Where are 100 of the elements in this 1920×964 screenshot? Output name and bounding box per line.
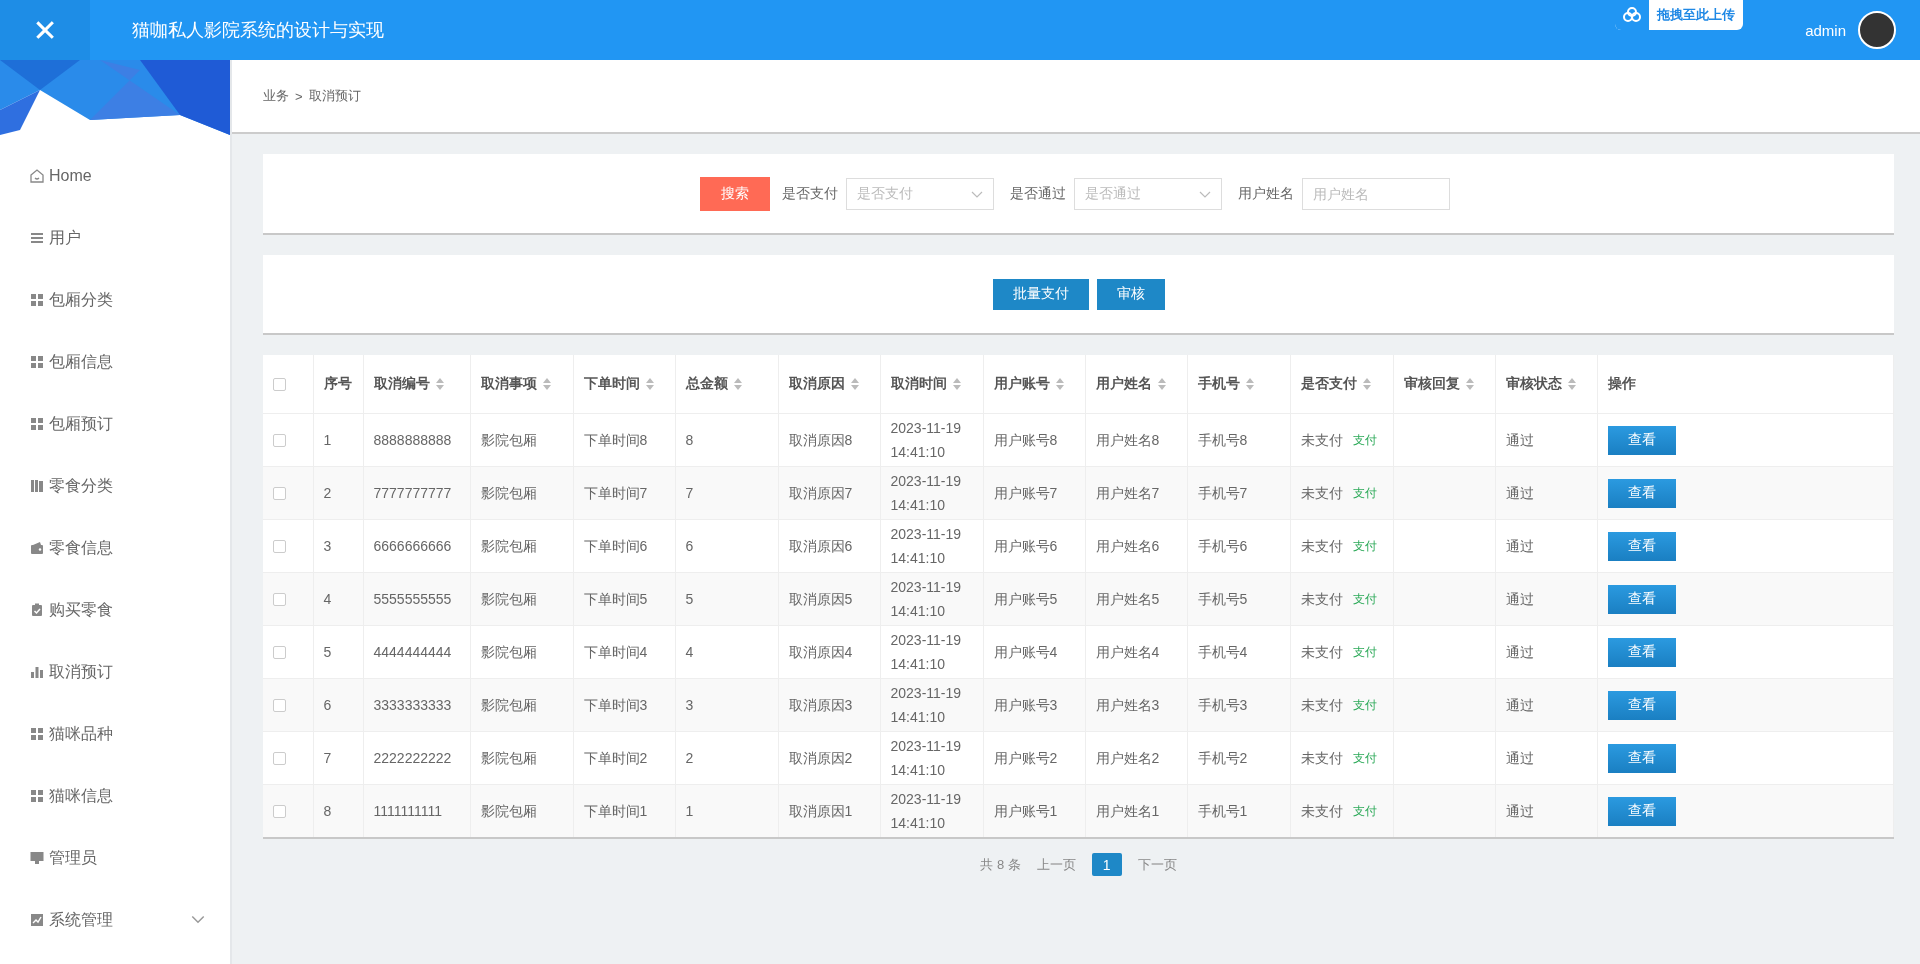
sort-icon[interactable] bbox=[1245, 378, 1254, 390]
row-checkbox[interactable] bbox=[273, 804, 286, 818]
column-header[interactable]: 取消原因 bbox=[788, 375, 859, 393]
prev-page-link[interactable]: 上一页 bbox=[1036, 855, 1076, 874]
view-button[interactable]: 查看 bbox=[1607, 531, 1676, 561]
sidebar-item[interactable]: 包厢分类 bbox=[0, 269, 230, 331]
view-button[interactable]: 查看 bbox=[1607, 637, 1676, 667]
sort-icon[interactable] bbox=[1055, 378, 1064, 390]
table-cell: 影院包厢 bbox=[470, 625, 573, 679]
sidebar-item[interactable]: 包厢预订 bbox=[0, 393, 230, 455]
row-checkbox[interactable] bbox=[273, 751, 286, 765]
column-header[interactable]: 审核状态 bbox=[1505, 375, 1576, 393]
sort-icon[interactable] bbox=[952, 378, 961, 390]
table-cell: 取消原因2 bbox=[778, 731, 880, 785]
table-cell: 影院包厢 bbox=[470, 678, 573, 732]
view-button[interactable]: 查看 bbox=[1607, 425, 1676, 455]
table-cell: 1 bbox=[675, 784, 778, 838]
sort-icon[interactable] bbox=[1567, 378, 1576, 390]
column-header[interactable]: 用户姓名 bbox=[1095, 375, 1166, 393]
sidebar-item[interactable]: 猫咪品种 bbox=[0, 703, 230, 765]
sort-icon[interactable] bbox=[1362, 378, 1371, 390]
sidebar-item[interactable]: 购买零食 bbox=[0, 579, 230, 641]
table-cell: 用户姓名6 bbox=[1085, 519, 1187, 573]
column-header[interactable]: 手机号 bbox=[1197, 375, 1254, 393]
table-cell: 7 bbox=[675, 466, 778, 520]
row-checkbox[interactable] bbox=[273, 433, 286, 447]
sidebar-item[interactable]: 取消预订 bbox=[0, 641, 230, 703]
pay-link[interactable]: 支付 bbox=[1352, 640, 1377, 664]
sort-icon[interactable] bbox=[1157, 378, 1166, 390]
table-cell: 取消原因4 bbox=[778, 625, 880, 679]
view-button[interactable]: 查看 bbox=[1607, 584, 1676, 614]
upload-badge[interactable]: 拖拽至此上传 bbox=[1615, 0, 1743, 30]
avatar[interactable] bbox=[1858, 11, 1896, 49]
column-header[interactable]: 审核回复 bbox=[1403, 375, 1474, 393]
sort-icon[interactable] bbox=[1465, 378, 1474, 390]
column-header[interactable]: 取消时间 bbox=[890, 375, 961, 393]
table-cell: 取消原因6 bbox=[778, 519, 880, 573]
row-checkbox[interactable] bbox=[273, 645, 286, 659]
clipboard-icon bbox=[29, 602, 45, 618]
close-button[interactable]: ✕ bbox=[0, 0, 90, 60]
sidebar-item[interactable]: 零食信息 bbox=[0, 517, 230, 579]
table-cell: 用户姓名2 bbox=[1085, 731, 1187, 785]
table-cell: 影院包厢 bbox=[470, 466, 573, 520]
sort-icon[interactable] bbox=[733, 378, 742, 390]
column-header[interactable]: 是否支付 bbox=[1300, 375, 1371, 393]
table-cell: 用户姓名5 bbox=[1085, 572, 1187, 626]
table-cell: 手机号7 bbox=[1187, 466, 1290, 520]
book-icon bbox=[29, 478, 45, 494]
sidebar-item[interactable]: 系统管理 bbox=[0, 889, 230, 951]
pay-link[interactable]: 支付 bbox=[1352, 746, 1377, 770]
next-page-link[interactable]: 下一页 bbox=[1137, 855, 1177, 874]
table-cell: 手机号2 bbox=[1187, 731, 1290, 785]
table-cell: 用户账号6 bbox=[983, 519, 1085, 573]
sort-icon[interactable] bbox=[850, 378, 859, 390]
table-cell: 5 bbox=[675, 572, 778, 626]
page-button[interactable]: 1 bbox=[1091, 853, 1122, 876]
table-cell: 通过 bbox=[1495, 678, 1597, 732]
table-cell: 用户账号5 bbox=[983, 572, 1085, 626]
table-cell: 3 bbox=[313, 519, 363, 573]
sidebar-item[interactable]: 零食分类 bbox=[0, 455, 230, 517]
column-header[interactable]: 取消事项 bbox=[480, 375, 551, 393]
breadcrumb-item[interactable]: 业务 bbox=[263, 87, 289, 105]
sidebar-item[interactable]: 猫咪信息 bbox=[0, 765, 230, 827]
table-cell: 通过 bbox=[1495, 625, 1597, 679]
view-button[interactable]: 查看 bbox=[1607, 690, 1676, 720]
row-checkbox[interactable] bbox=[273, 698, 286, 712]
payment-status: 未支付 bbox=[1300, 802, 1343, 821]
filter-input[interactable]: 用户姓名 bbox=[1301, 177, 1450, 210]
sidebar-item[interactable]: 管理员 bbox=[0, 827, 230, 889]
column-header[interactable]: 总金额 bbox=[685, 375, 742, 393]
column-header[interactable]: 用户账号 bbox=[993, 375, 1064, 393]
action-button[interactable]: 批量支付 bbox=[992, 278, 1089, 310]
table-cell: 取消原因5 bbox=[778, 572, 880, 626]
filter-label: 是否支付 bbox=[781, 184, 838, 203]
row-checkbox[interactable] bbox=[273, 539, 286, 553]
column-header[interactable]: 取消编号 bbox=[373, 375, 444, 393]
view-button[interactable]: 查看 bbox=[1607, 796, 1676, 826]
sidebar-item[interactable]: 包厢信息 bbox=[0, 331, 230, 393]
grid-icon bbox=[29, 416, 45, 432]
column-header: 操作 bbox=[1607, 375, 1636, 393]
column-header[interactable]: 下单时间 bbox=[583, 375, 654, 393]
sort-icon[interactable] bbox=[645, 378, 654, 390]
payment-status: 未支付 bbox=[1300, 696, 1343, 715]
select-all-checkbox[interactable] bbox=[273, 377, 286, 391]
view-button[interactable]: 查看 bbox=[1607, 743, 1676, 773]
username: admin bbox=[1805, 21, 1846, 39]
sidebar-item[interactable]: 用户 bbox=[0, 207, 230, 269]
pay-link[interactable]: 支付 bbox=[1352, 428, 1377, 452]
sort-icon[interactable] bbox=[435, 378, 444, 390]
sidebar-item[interactable]: Home bbox=[0, 145, 230, 207]
action-button[interactable]: 审核 bbox=[1096, 278, 1165, 310]
view-button[interactable]: 查看 bbox=[1607, 478, 1676, 508]
table-cell: 下单时间6 bbox=[573, 519, 675, 573]
row-checkbox[interactable] bbox=[273, 592, 286, 606]
payment-status: 未支付 bbox=[1300, 643, 1343, 662]
breadcrumb-item[interactable]: 取消预订 bbox=[308, 87, 361, 105]
pay-link[interactable]: 支付 bbox=[1352, 534, 1377, 558]
sort-icon[interactable] bbox=[542, 378, 551, 390]
table-cell: 2023-11-19 14:41:10 bbox=[880, 413, 983, 467]
row-checkbox[interactable] bbox=[273, 486, 286, 500]
